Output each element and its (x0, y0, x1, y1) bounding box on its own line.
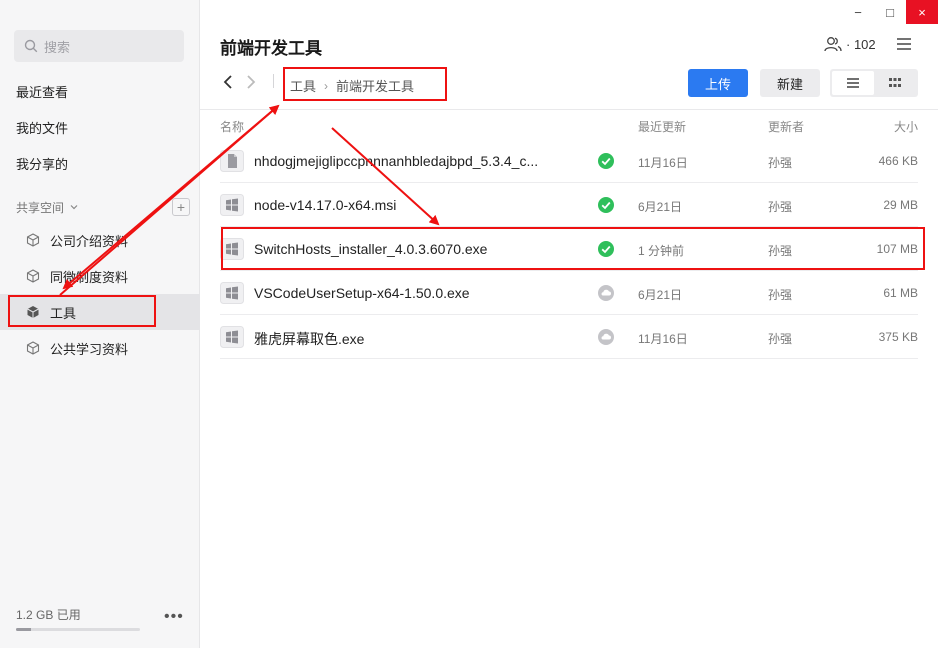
nav-recent[interactable]: 最近查看 (16, 83, 68, 103)
storage-bar-fill (16, 628, 31, 631)
cube-icon (26, 269, 40, 283)
file-name[interactable]: SwitchHosts_installer_4.0.3.6070.exe (254, 241, 487, 257)
breadcrumb-item-current: 前端开发工具 (336, 79, 415, 94)
file-size: 107 MB (876, 242, 918, 256)
cloud-icon (598, 329, 614, 345)
breadcrumb-separator: › (324, 78, 329, 93)
table-row[interactable]: VSCodeUserSetup-x64-1.50.0.exe 6月21日 孙强 61 … (220, 271, 918, 315)
table-row[interactable]: node-v14.17.0-x64.msi 6月21日 孙强 29 MB (220, 183, 918, 227)
search-input[interactable]: 搜索 (14, 30, 184, 62)
synced-check-icon (598, 197, 614, 213)
close-button[interactable]: × (906, 0, 938, 24)
updater-name: 孙强 (768, 200, 793, 214)
file-name[interactable]: 雅虎屏幕取色.exe (254, 329, 364, 349)
file-size: 29 MB (883, 198, 918, 212)
space-item-label: 公共学习资料 (50, 341, 129, 357)
storage-usage: 1.2 GB 已用 (16, 608, 81, 622)
new-button[interactable]: 新建 (760, 69, 820, 97)
member-count: · 102 (846, 36, 876, 52)
search-placeholder: 搜索 (44, 39, 71, 55)
column-header-name[interactable]: 名称 (220, 118, 244, 135)
grid-view-button[interactable] (874, 71, 916, 95)
updated-time: 6月21日 (638, 288, 683, 302)
space-item-label: 公司介绍资料 (50, 233, 129, 249)
more-button[interactable]: ••• (164, 608, 184, 626)
column-header-updater[interactable]: 更新者 (768, 118, 804, 135)
members-icon (824, 37, 842, 52)
nav-my-files[interactable]: 我的文件 (16, 119, 68, 139)
breadcrumb-item-tools[interactable]: 工具 (290, 76, 316, 95)
header-divider (200, 109, 938, 110)
back-arrow-icon[interactable] (222, 74, 234, 90)
search-icon (24, 39, 38, 53)
breadcrumb: 工具 › 前端开发工具 (290, 76, 414, 95)
maximize-button[interactable]: □ (874, 0, 906, 24)
doc-icon (220, 150, 244, 172)
updated-time: 11月16日 (638, 156, 688, 170)
windows-icon (220, 194, 244, 216)
space-item-label: 同微制度资料 (50, 269, 129, 285)
synced-check-icon (598, 241, 614, 257)
updated-time: 6月21日 (638, 200, 683, 214)
space-item-label: 工具 (50, 305, 77, 321)
column-header-size[interactable]: 大小 (894, 118, 918, 135)
windows-icon (220, 238, 244, 260)
forward-arrow-icon[interactable] (245, 74, 257, 90)
table-row[interactable]: 雅虎屏幕取色.exe 11月16日 孙强 375 KB (220, 315, 918, 359)
synced-check-icon (598, 153, 614, 169)
updated-time: 11月16日 (638, 332, 688, 346)
minimize-button[interactable]: − (842, 0, 874, 24)
upload-button[interactable]: 上传 (688, 69, 748, 97)
sidebar: 搜索 最近查看 我的文件 我分享的 共享空间 + 公司介绍资料 同微制度资料 工… (0, 0, 200, 648)
shared-space-section[interactable]: 共享空间 (16, 198, 78, 216)
space-item-policy[interactable]: 同微制度资料 (0, 258, 200, 294)
grid-view-icon (889, 78, 901, 87)
updater-name: 孙强 (768, 288, 793, 302)
storage-bar (16, 628, 140, 631)
nav-shared-by-me[interactable]: 我分享的 (16, 155, 68, 175)
table-row[interactable]: nhdogjmejiglipccpnnnanhbledajbpd_5.3.4_c… (220, 139, 918, 183)
cube-filled-icon (27, 306, 39, 318)
column-header-updated[interactable]: 最近更新 (638, 118, 686, 135)
file-name[interactable]: node-v14.17.0-x64.msi (254, 197, 396, 213)
space-item-company-intro[interactable]: 公司介绍资料 (0, 222, 200, 258)
file-name[interactable]: nhdogjmejiglipccpnnnanhbledajbpd_5.3.4_c… (254, 153, 538, 169)
file-size: 375 KB (878, 330, 918, 344)
add-space-button[interactable]: + (172, 198, 190, 216)
cube-icon (26, 233, 40, 247)
table-row[interactable]: SwitchHosts_installer_4.0.3.6070.exe 1 分钟… (220, 227, 918, 271)
windows-icon (220, 326, 244, 348)
windows-icon (220, 282, 244, 304)
file-size: 466 KB (878, 154, 918, 168)
cube-icon (26, 341, 40, 355)
updated-time: 1 分钟前 (638, 244, 685, 258)
updater-name: 孙强 (768, 244, 793, 258)
page-title: 前端开发工具 (220, 39, 322, 58)
chevron-down-icon (70, 205, 78, 210)
view-toggle (830, 69, 918, 97)
section-label: 共享空间 (16, 200, 65, 215)
space-item-tools[interactable]: 工具 (0, 294, 200, 330)
list-view-icon (847, 78, 859, 88)
updater-name: 孙强 (768, 332, 793, 346)
space-item-public-learning[interactable]: 公共学习资料 (0, 330, 200, 366)
updater-name: 孙强 (768, 156, 793, 170)
cloud-icon (598, 285, 614, 301)
file-name[interactable]: VSCodeUserSetup-x64-1.50.0.exe (254, 285, 470, 301)
members-button[interactable]: · 102 (824, 36, 876, 52)
file-size: 61 MB (883, 286, 918, 300)
list-view-button[interactable] (832, 71, 874, 95)
nav-divider (273, 74, 274, 88)
menu-icon[interactable] (896, 38, 912, 50)
